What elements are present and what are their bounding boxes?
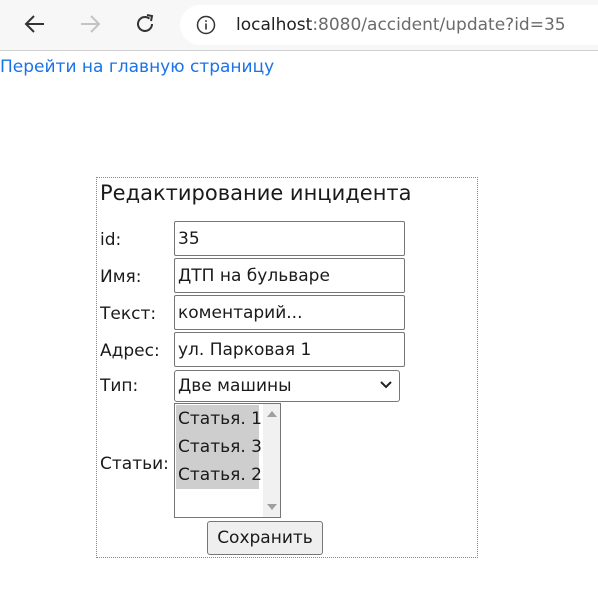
article-option[interactable]: Статья. 1 <box>176 405 262 433</box>
save-button[interactable]: Сохранить <box>207 521 323 555</box>
articles-label: Статьи: <box>100 454 169 474</box>
id-label: id: <box>100 230 122 250</box>
info-icon[interactable] <box>196 15 216 35</box>
form-title: Редактирование инцидента <box>100 181 412 205</box>
url-path: :8080/accident/update?id=35 <box>312 15 566 35</box>
listbox-scrollbar[interactable] <box>263 404 280 517</box>
url-text[interactable]: localhost:8080/accident/update?id=35 <box>236 15 566 35</box>
article-option[interactable]: Статья. 2 <box>176 461 262 489</box>
edit-incident-form: Редактирование инцидента id: Имя: Текст:… <box>96 177 478 558</box>
type-select[interactable]: Две машины <box>174 370 400 402</box>
name-label: Имя: <box>100 267 142 287</box>
scroll-up-arrow-icon[interactable] <box>267 411 277 417</box>
type-select-value: Две машины <box>178 376 292 396</box>
address-label: Адрес: <box>100 341 160 361</box>
url-host: localhost <box>236 15 313 35</box>
arrow-right-icon <box>81 15 101 33</box>
home-link[interactable]: Перейти на главную страницу <box>0 57 274 77</box>
id-input[interactable] <box>174 221 405 256</box>
type-label: Тип: <box>100 376 139 396</box>
browser-toolbar: localhost:8080/accident/update?id=35 <box>0 0 598 51</box>
article-option[interactable]: Статья. 3 <box>176 433 262 461</box>
forward-button[interactable] <box>72 6 108 42</box>
address-bar[interactable]: localhost:8080/accident/update?id=35 <box>180 5 598 45</box>
address-input[interactable] <box>174 332 405 367</box>
text-input[interactable] <box>174 295 405 330</box>
articles-listbox[interactable]: Статья. 1 Статья. 3 Статья. 2 <box>174 403 281 518</box>
scroll-down-arrow-icon[interactable] <box>267 504 277 510</box>
text-label: Текст: <box>100 304 157 324</box>
back-button[interactable] <box>17 6 53 42</box>
arrow-left-icon <box>24 15 44 33</box>
reload-icon <box>137 14 154 32</box>
chevron-down-icon <box>380 381 392 389</box>
reload-button[interactable] <box>127 6 163 42</box>
name-input[interactable] <box>174 258 405 293</box>
